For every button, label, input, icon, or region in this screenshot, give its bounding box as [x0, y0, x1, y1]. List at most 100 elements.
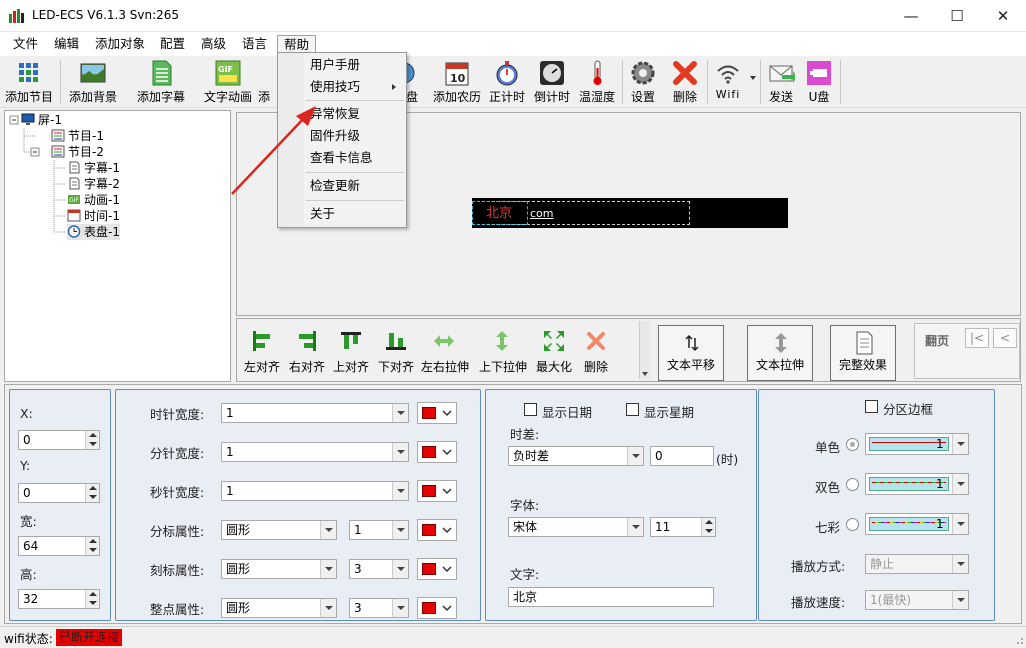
menu-advanced[interactable]: 高级 — [195, 35, 232, 55]
menu-item-user-manual[interactable]: 用户手册 — [278, 54, 406, 76]
chevron-down-icon — [320, 560, 336, 578]
chevron-down-icon — [627, 447, 643, 465]
temperature-humidity-button[interactable]: 温湿度 — [576, 56, 618, 106]
minute-mark-size-select[interactable]: 1 — [349, 520, 409, 540]
align-right-button[interactable]: 右对齐 — [284, 327, 330, 375]
wifi-dropdown-arrow[interactable] — [748, 56, 758, 106]
first-page-button[interactable]: |< — [965, 328, 989, 348]
scale-mark-shape-select[interactable]: 圆形 — [221, 559, 337, 579]
countdown-button[interactable]: 倒计时 — [531, 56, 573, 106]
hour-color-picker[interactable] — [417, 402, 457, 424]
play-mode-select[interactable]: 静止 — [865, 554, 969, 574]
double-color-radio[interactable] — [846, 478, 859, 491]
text-input[interactable]: 北京 — [508, 587, 714, 607]
border-panel: 分区边框 单色 1 双色 1 七彩 1 播放方式: 静止 播放速度: 1(最快) — [758, 389, 995, 621]
hour-mark-color-picker[interactable] — [417, 597, 457, 619]
stretch-vertical-button[interactable]: 上下拉伸 — [479, 327, 527, 375]
minute-color-picker[interactable] — [417, 441, 457, 463]
single-color-radio[interactable] — [846, 438, 859, 451]
minimize-button[interactable]: — — [888, 0, 934, 32]
menu-language[interactable]: 语言 — [236, 35, 273, 55]
height-spinner[interactable] — [85, 590, 99, 608]
align-bottom-icon — [386, 333, 406, 350]
scale-mark-color-picker[interactable] — [417, 558, 457, 580]
text-stretch-button[interactable]: 文本拉伸 — [747, 325, 813, 381]
text-animation-button[interactable]: GIF 文字动画 — [200, 56, 256, 106]
timezone-value-input[interactable]: 0 — [650, 446, 714, 466]
partition-border-checkbox[interactable] — [865, 400, 878, 413]
x-input[interactable]: 0 — [18, 430, 100, 450]
x-label: X: — [20, 406, 33, 421]
second-color-picker[interactable] — [417, 480, 457, 502]
menu-add-object[interactable]: 添加对象 — [89, 35, 151, 55]
tree-node-program[interactable]: 节目-2 — [51, 144, 104, 160]
menu-file[interactable]: 文件 — [7, 35, 44, 55]
program-tree[interactable]: 屏-1 节目-1 节目-2 字幕-1 字幕-2 GIF 动画-1 时间-1 表盘-… — [4, 110, 231, 382]
close-button[interactable]: ✕ — [980, 0, 1026, 32]
add-background-button[interactable]: 添加背景 — [66, 56, 120, 106]
text-pan-button[interactable]: 文本平移 — [658, 325, 724, 381]
font-size-input[interactable]: 11 — [650, 517, 716, 537]
minute-mark-shape-select[interactable]: 圆形 — [221, 520, 337, 540]
x-spinner[interactable] — [85, 431, 99, 449]
prev-page-button[interactable]: < — [993, 328, 1017, 348]
add-subtitle-button[interactable]: 添加字幕 — [134, 56, 188, 106]
hour-width-select[interactable]: 1 — [221, 403, 409, 423]
stretch-horizontal-button[interactable]: 左右拉伸 — [421, 327, 469, 375]
width-spinner[interactable] — [85, 537, 99, 555]
scale-mark-size-select[interactable]: 3 — [349, 559, 409, 579]
delete-button[interactable]: 删除 — [666, 56, 704, 106]
delete-region-button[interactable]: 删除 — [573, 327, 619, 375]
align-bottom-button[interactable]: 下对齐 — [373, 327, 419, 375]
maximize-region-button[interactable]: 最大化 — [531, 327, 577, 375]
font-select[interactable]: 宋体 — [508, 517, 644, 537]
align-scroll[interactable] — [639, 321, 651, 379]
wifi-button[interactable]: Wifi — [708, 56, 748, 106]
height-input[interactable]: 32 — [18, 589, 100, 609]
tree-node-screen[interactable]: 屏-1 — [21, 112, 62, 128]
tree-node-dial[interactable]: 表盘-1 — [67, 224, 120, 240]
hour-mark-shape-select[interactable]: 圆形 — [221, 598, 337, 618]
seven-color-radio[interactable] — [846, 518, 859, 531]
usb-button[interactable]: U盘 — [800, 56, 838, 106]
hour-mark-size-select[interactable]: 3 — [349, 598, 409, 618]
svg-text:GIF: GIF — [218, 65, 233, 74]
settings-button[interactable]: 设置 — [624, 56, 662, 106]
menu-config[interactable]: 配置 — [154, 35, 191, 55]
align-top-button[interactable]: 上对齐 — [328, 327, 374, 375]
single-border-select[interactable]: 1 — [865, 433, 969, 455]
minute-width-select[interactable]: 1 — [221, 442, 409, 462]
document-icon — [69, 161, 80, 174]
led-screen[interactable]: 北京 com — [472, 198, 788, 228]
y-input[interactable]: 0 — [18, 483, 100, 503]
add-program-button[interactable]: 添加节目 — [2, 56, 56, 106]
timezone-sign-select[interactable]: 负时差 — [508, 446, 644, 466]
double-border-select[interactable]: 1 — [865, 473, 969, 495]
play-speed-select[interactable]: 1(最快) — [865, 590, 969, 610]
add-lunar-button[interactable]: 10 添加农历 — [430, 56, 484, 106]
resize-grip-icon[interactable] — [1012, 633, 1024, 645]
minute-mark-color-picker[interactable] — [417, 519, 457, 541]
tree-node-program[interactable]: 节目-1 — [51, 128, 104, 144]
second-width-select[interactable]: 1 — [221, 481, 409, 501]
count-up-button[interactable]: 正计时 — [486, 56, 528, 106]
wifi-status-badge: 已断开连接 — [56, 629, 123, 646]
show-week-checkbox[interactable] — [626, 403, 639, 416]
font-size-spinner[interactable] — [701, 518, 715, 536]
tree-node-animation[interactable]: GIF 动画-1 — [67, 192, 120, 208]
show-date-checkbox[interactable] — [524, 403, 537, 416]
menu-edit[interactable]: 编辑 — [48, 35, 85, 55]
tree-node-subtitle[interactable]: 字幕-2 — [67, 176, 120, 192]
tree-node-time[interactable]: 时间-1 — [67, 208, 120, 224]
tree-node-subtitle[interactable]: 字幕-1 — [67, 160, 120, 176]
seven-border-select[interactable]: 1 — [865, 513, 969, 535]
width-input[interactable]: 64 — [18, 536, 100, 556]
menu-item-tips[interactable]: 使用技巧 — [278, 76, 406, 98]
send-button[interactable]: 发送 — [762, 56, 800, 106]
full-effect-button[interactable]: 完整效果 — [830, 325, 896, 381]
maximize-button[interactable]: ☐ — [934, 0, 980, 32]
menu-item-about[interactable]: 关于 — [278, 203, 406, 225]
y-spinner[interactable] — [85, 484, 99, 502]
align-left-button[interactable]: 左对齐 — [239, 327, 285, 375]
landscape-icon — [80, 63, 106, 83]
